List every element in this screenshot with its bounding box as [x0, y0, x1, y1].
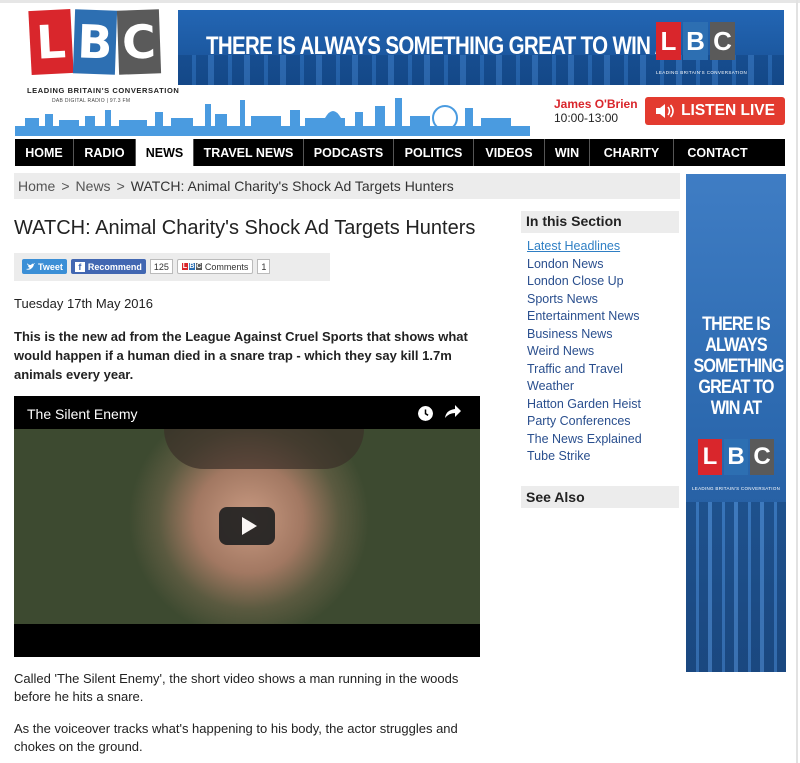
sky-logo-l: L: [698, 439, 722, 475]
nav-item-politics[interactable]: POLITICS: [394, 139, 474, 166]
comments-count: 1: [257, 259, 271, 274]
see-also-heading: See Also: [521, 486, 679, 508]
nav-item-home[interactable]: HOME: [15, 139, 74, 166]
play-icon: [241, 517, 257, 535]
section-link-weird-news[interactable]: Weird News: [527, 343, 642, 361]
mini-logo-c: C: [195, 263, 202, 270]
show-time: 10:00-13:00: [554, 111, 619, 125]
video-player[interactable]: The Silent Enemy: [14, 396, 480, 657]
sky-logo-b: B: [724, 439, 748, 475]
recommend-label: Recommend: [87, 261, 142, 272]
clock-icon[interactable]: [418, 406, 433, 421]
section-link-entertainment-news[interactable]: Entertainment News: [527, 308, 642, 326]
mini-logo-b: B: [188, 263, 195, 270]
play-button[interactable]: [219, 507, 275, 545]
nav-item-news[interactable]: NEWS: [136, 139, 194, 166]
article-headline: WATCH: Animal Charity's Shock Ad Targets…: [14, 217, 476, 239]
tweet-label: Tweet: [38, 261, 63, 272]
sky-logo-c: C: [750, 439, 774, 475]
section-link-weather[interactable]: Weather: [527, 378, 642, 396]
presenter-name: James O'Brien: [554, 97, 638, 111]
top-border: [0, 0, 800, 3]
banner-logo-c: C: [710, 22, 735, 60]
nav-item-win[interactable]: WIN: [545, 139, 590, 166]
nav-item-podcasts[interactable]: PODCASTS: [304, 139, 394, 166]
breadcrumb-current: WATCH: Animal Charity's Shock Ad Targets…: [130, 178, 454, 194]
skyscraper-logo-tag: LEADING BRITAIN'S CONVERSATION: [692, 486, 781, 491]
social-share-bar: Tweet f Recommend 125 LBC Comments 1: [14, 253, 330, 281]
facebook-icon: f: [74, 261, 85, 272]
nav-item-travel-news[interactable]: TRAVEL NEWS: [194, 139, 304, 166]
listen-live-label: LISTEN LIVE: [681, 102, 775, 119]
nav-item-contact[interactable]: CONTACT: [674, 139, 761, 166]
section-link-hatton-garden-heist[interactable]: Hatton Garden Heist: [527, 396, 642, 414]
section-link-london-news[interactable]: London News: [527, 256, 642, 274]
breadcrumb-home[interactable]: Home: [18, 178, 55, 194]
section-links: Latest Headlines London News London Clos…: [527, 238, 642, 466]
logo-letter-c: C: [116, 9, 162, 75]
site-tagline: LEADING BRITAIN'S CONVERSATION: [27, 86, 180, 95]
skyscraper-ad-logo: L B C: [698, 439, 774, 475]
speaker-icon: [656, 104, 674, 118]
section-link-the-news-explained[interactable]: The News Explained: [527, 431, 642, 449]
breadcrumb-separator: >: [116, 178, 125, 194]
breadcrumb-news[interactable]: News: [76, 178, 111, 194]
nav-item-videos[interactable]: VIDEOS: [474, 139, 545, 166]
section-link-business-news[interactable]: Business News: [527, 326, 642, 344]
video-title[interactable]: The Silent Enemy: [27, 406, 138, 422]
main-nav: HOME RADIO NEWS TRAVEL NEWS PODCASTS POL…: [15, 139, 785, 166]
skyscraper-ad-text: THERE IS ALWAYS SOMETHING GREAT TO WIN A…: [693, 314, 785, 419]
breadcrumb-separator: >: [61, 178, 70, 194]
nav-item-radio[interactable]: RADIO: [74, 139, 136, 166]
on-air-info: James O'Brien 10:00-13:00: [554, 97, 638, 125]
logo-letter-b: B: [72, 9, 118, 75]
section-link-london-close-up[interactable]: London Close Up: [527, 273, 642, 291]
listen-live-button[interactable]: LISTEN LIVE: [645, 97, 785, 125]
section-link-traffic-and-travel[interactable]: Traffic and Travel: [527, 361, 642, 379]
banner-logo-tag: LEADING BRITAIN'S CONVERSATION: [656, 70, 748, 75]
skyscraper-ad[interactable]: THERE IS ALWAYS SOMETHING GREAT TO WIN A…: [686, 174, 786, 672]
article-standfirst: This is the new ad from the League Again…: [14, 329, 468, 382]
twitter-icon: [26, 262, 35, 270]
skyscraper-buildings: [686, 502, 786, 672]
banner-logo-b: B: [683, 22, 708, 60]
section-link-sports-news[interactable]: Sports News: [527, 291, 642, 309]
lbc-logo[interactable]: L B C: [28, 8, 162, 80]
section-heading: In this Section: [521, 211, 679, 233]
comments-label: Comments: [204, 261, 249, 272]
section-link-latest-headlines[interactable]: Latest Headlines: [527, 238, 642, 256]
banner-ad-text: THERE IS ALWAYS SOMETHING GREAT TO WIN A…: [206, 32, 680, 60]
mini-logo-l: L: [181, 263, 188, 270]
banner-logo-l: L: [656, 22, 681, 60]
article-paragraph: As the voiceover tracks what's happening…: [14, 721, 458, 754]
recommend-count: 125: [149, 259, 173, 274]
section-link-tube-strike[interactable]: Tube Strike: [527, 448, 642, 466]
comments-button[interactable]: LBC Comments: [176, 259, 254, 274]
nav-item-charity[interactable]: CHARITY: [590, 139, 674, 166]
banner-ad-logo: L B C: [656, 22, 735, 60]
lbc-mini-icon: LBC: [181, 263, 202, 270]
breadcrumb: Home > News > WATCH: Animal Charity's Sh…: [14, 173, 680, 199]
video-shadow: [164, 429, 364, 469]
facebook-recommend-button[interactable]: f Recommend: [70, 259, 146, 274]
banner-ad[interactable]: THERE IS ALWAYS SOMETHING GREAT TO WIN A…: [178, 10, 784, 85]
london-skyline: [15, 98, 530, 136]
logo-letter-l: L: [28, 8, 74, 76]
section-link-party-conferences[interactable]: Party Conferences: [527, 413, 642, 431]
article-date: Tuesday 17th May 2016: [14, 296, 153, 311]
article-paragraph: Called 'The Silent Enemy', the short vid…: [14, 671, 459, 704]
page-edge: [796, 0, 798, 763]
tweet-button[interactable]: Tweet: [22, 259, 67, 274]
share-icon[interactable]: [444, 404, 462, 420]
